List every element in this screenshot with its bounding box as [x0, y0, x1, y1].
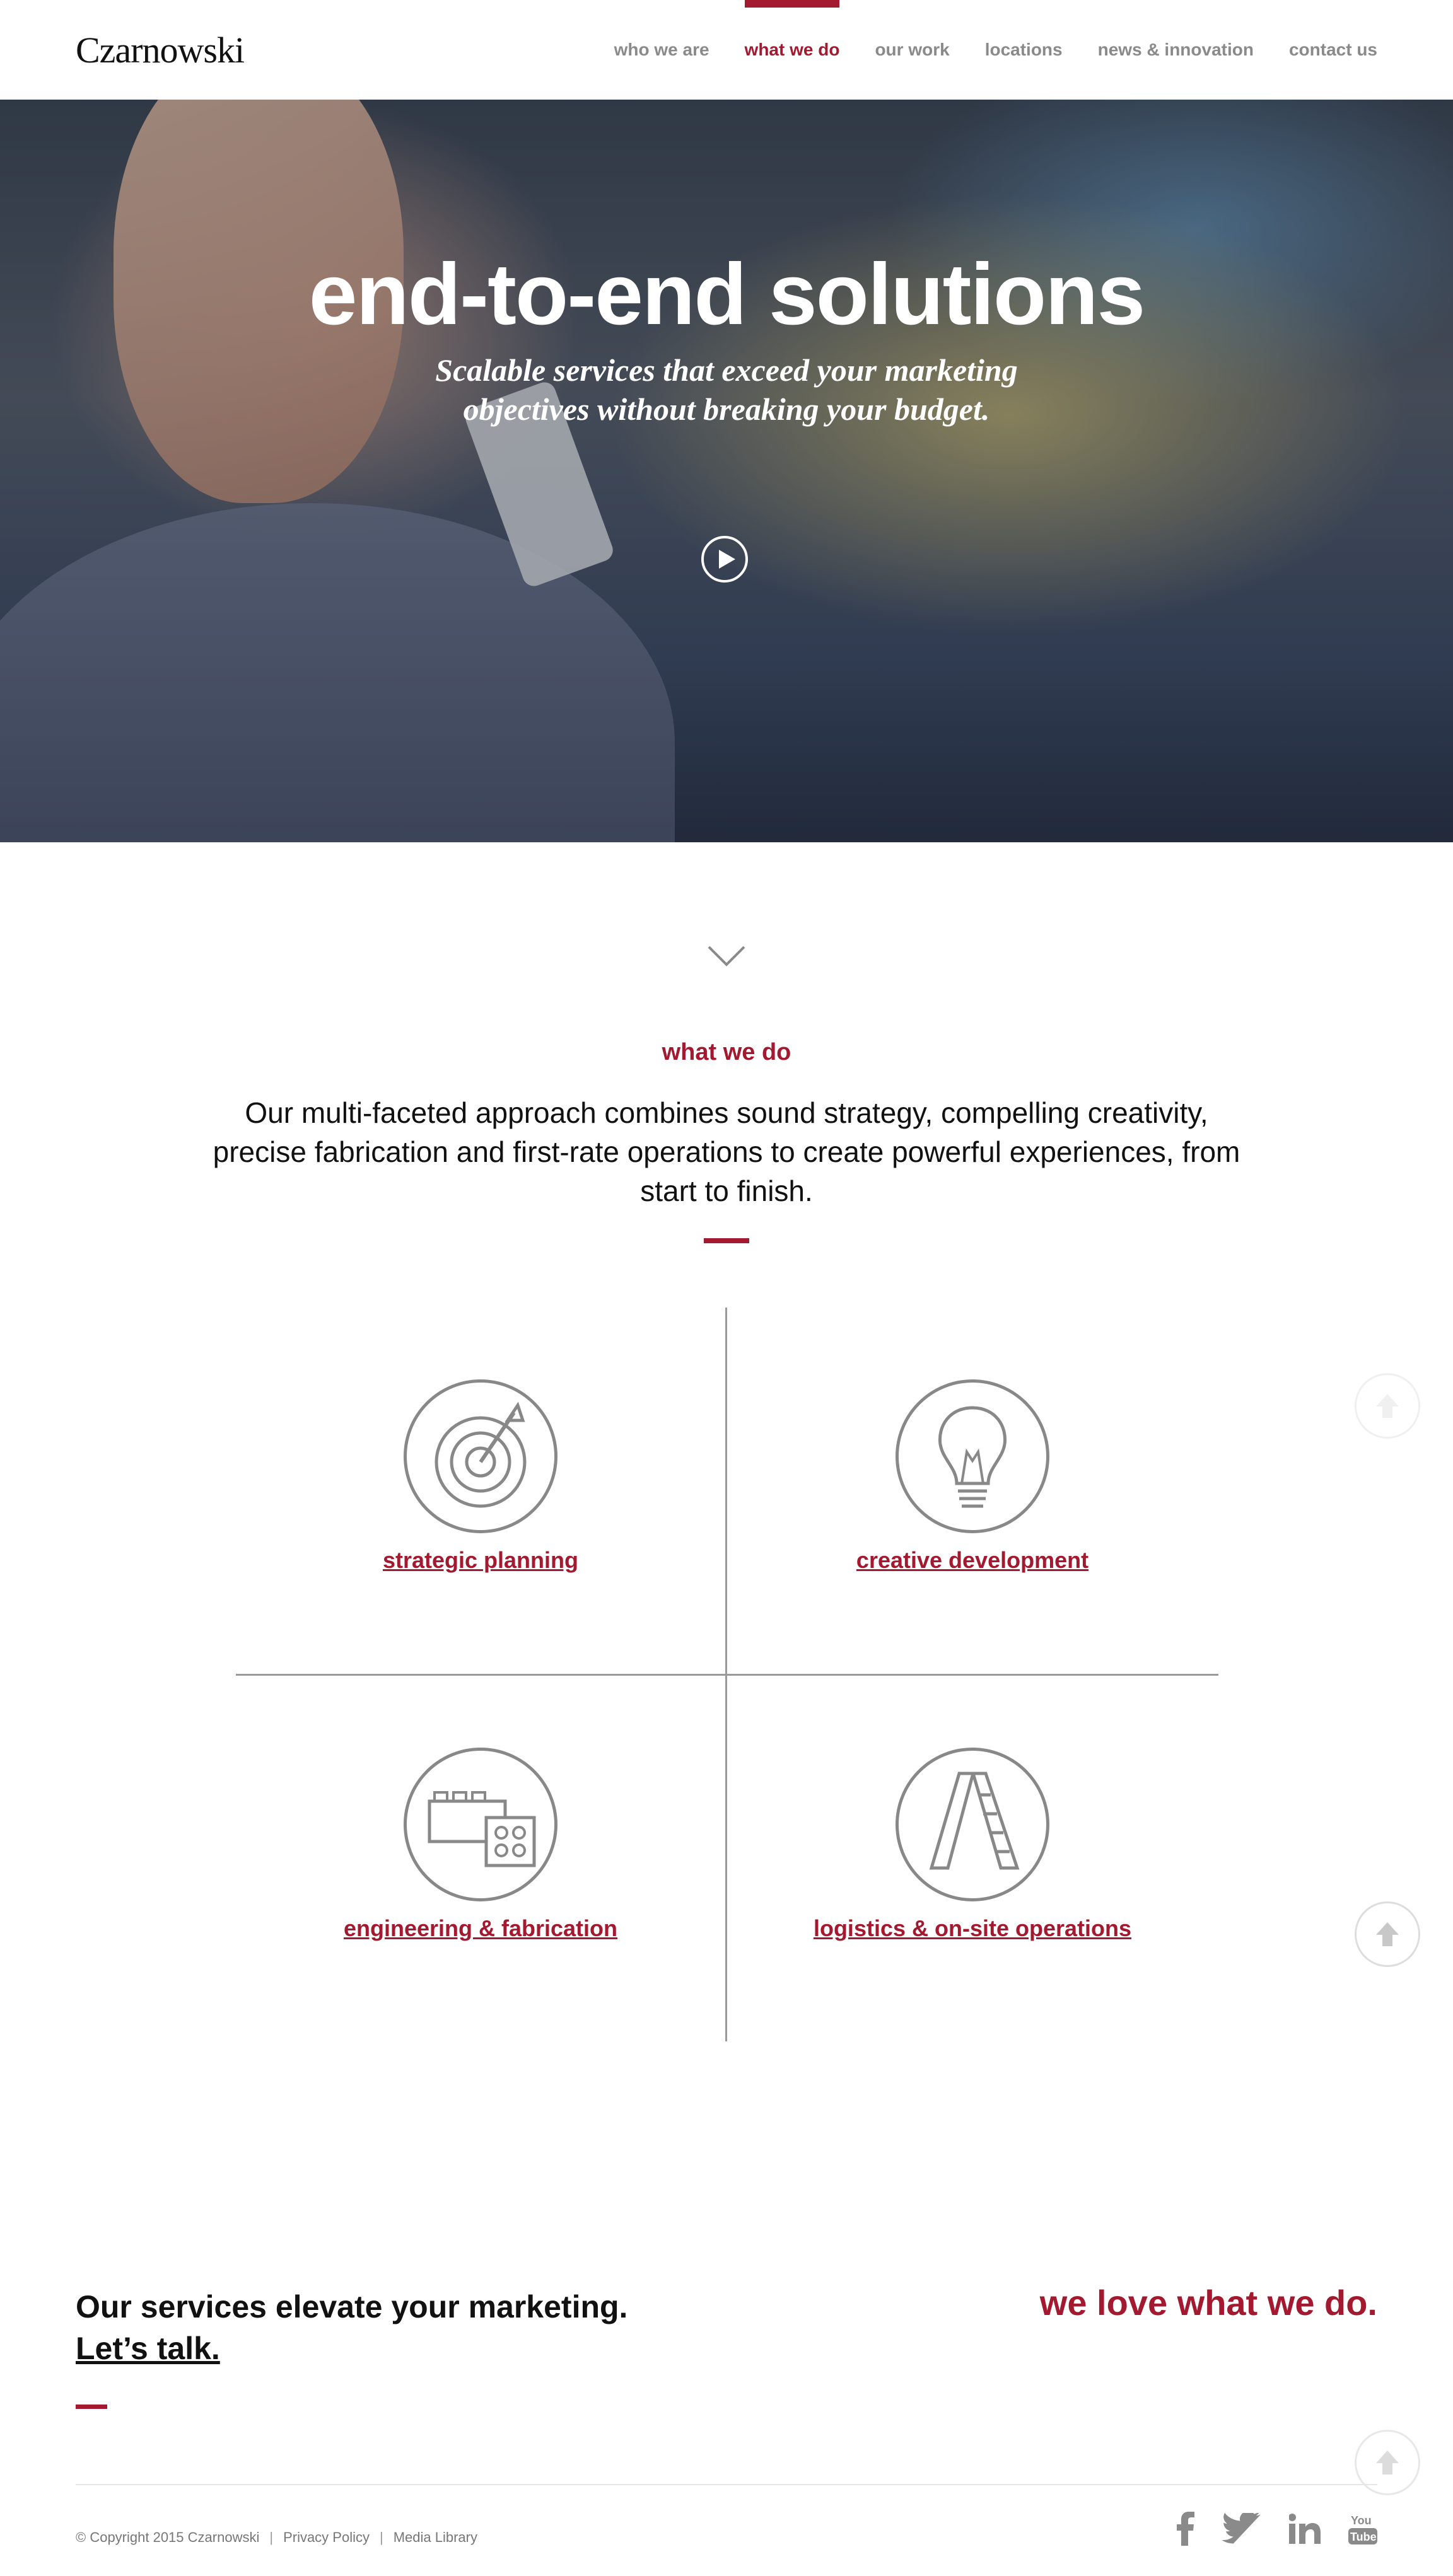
scroll-top-button[interactable] [1355, 1901, 1420, 1967]
service-link-creative-development[interactable]: creative development [752, 1547, 1193, 1574]
hero-overlay [0, 100, 1453, 842]
service-strategic-planning: strategic planning [260, 1379, 701, 1574]
service-logistics-operations: logistics & on-site operations [752, 1748, 1193, 1942]
hero-title: end-to-end solutions [308, 246, 1146, 343]
svg-text:Tube: Tube [1350, 2531, 1377, 2543]
nav-what-we-do[interactable]: what we do [744, 0, 839, 100]
service-engineering-fabrication: engineering & fabrication [260, 1748, 701, 1942]
nav-who-we-are[interactable]: who we are [614, 0, 709, 100]
divider-dash [704, 1238, 749, 1243]
section-label: what we do [662, 1039, 791, 1065]
nav-contact-us[interactable]: contact us [1289, 0, 1377, 100]
play-icon [719, 550, 735, 569]
scroll-top-button[interactable] [1355, 1373, 1420, 1439]
nav-our-work[interactable]: our work [875, 0, 949, 100]
chevron-down-icon[interactable] [706, 943, 747, 968]
hero-subtitle: Scalable services that exceed your marke… [435, 352, 1018, 427]
footer-separator: | [379, 2529, 383, 2545]
grid-horizontal-divider [236, 1674, 1218, 1676]
svg-text:You: You [1351, 2514, 1372, 2527]
play-video-button[interactable] [701, 536, 748, 583]
facebook-icon[interactable] [1177, 2512, 1194, 2549]
footer-divider [76, 2484, 1377, 2485]
hero-banner: end-to-end solutions Scalable services t… [0, 100, 1453, 842]
service-link-engineering-fabrication[interactable]: engineering & fabrication [260, 1915, 701, 1942]
youtube-icon[interactable]: You Tube [1348, 2512, 1377, 2549]
tagline: we love what we do. [1039, 2283, 1377, 2323]
footer-links: © Copyright 2015 Czarnowski | Privacy Po… [76, 2529, 477, 2546]
cta-heading: Our services elevate your marketing. [76, 2289, 628, 2324]
footer-separator: | [269, 2529, 274, 2545]
main-nav: who we are what we do our work locations… [614, 0, 1377, 100]
intro-text: Our multi-faceted approach combines soun… [213, 1096, 1240, 1207]
privacy-policy-link[interactable]: Privacy Policy [283, 2529, 370, 2546]
cta-dash [76, 2405, 107, 2409]
target-dart-icon[interactable] [404, 1379, 557, 1533]
logo[interactable]: Czarnowski [76, 29, 245, 71]
copyright-text: © Copyright 2015 Czarnowski [76, 2529, 260, 2545]
site-header: Czarnowski who we are what we do our wor… [0, 0, 1453, 100]
twitter-icon[interactable] [1222, 2511, 1261, 2548]
service-creative-development: creative development [752, 1379, 1193, 1574]
social-links: You Tube [1177, 2511, 1377, 2549]
service-link-strategic-planning[interactable]: strategic planning [260, 1547, 701, 1574]
lightbulb-icon[interactable] [896, 1379, 1049, 1533]
nav-news-innovation[interactable]: news & innovation [1098, 0, 1254, 100]
nav-locations[interactable]: locations [985, 0, 1063, 100]
scroll-top-button[interactable] [1355, 2430, 1420, 2495]
arrow-up-icon [1376, 1922, 1399, 1946]
service-link-logistics-operations[interactable]: logistics & on-site operations [752, 1915, 1193, 1942]
arrow-up-icon [1376, 2451, 1399, 2474]
arrow-up-icon [1376, 1394, 1399, 1418]
media-library-link[interactable]: Media Library [394, 2529, 477, 2546]
building-blocks-icon[interactable] [404, 1748, 557, 1901]
ladder-icon[interactable] [896, 1748, 1049, 1901]
linkedin-icon[interactable] [1288, 2514, 1321, 2547]
lets-talk-link[interactable]: Let’s talk. [76, 2330, 220, 2367]
